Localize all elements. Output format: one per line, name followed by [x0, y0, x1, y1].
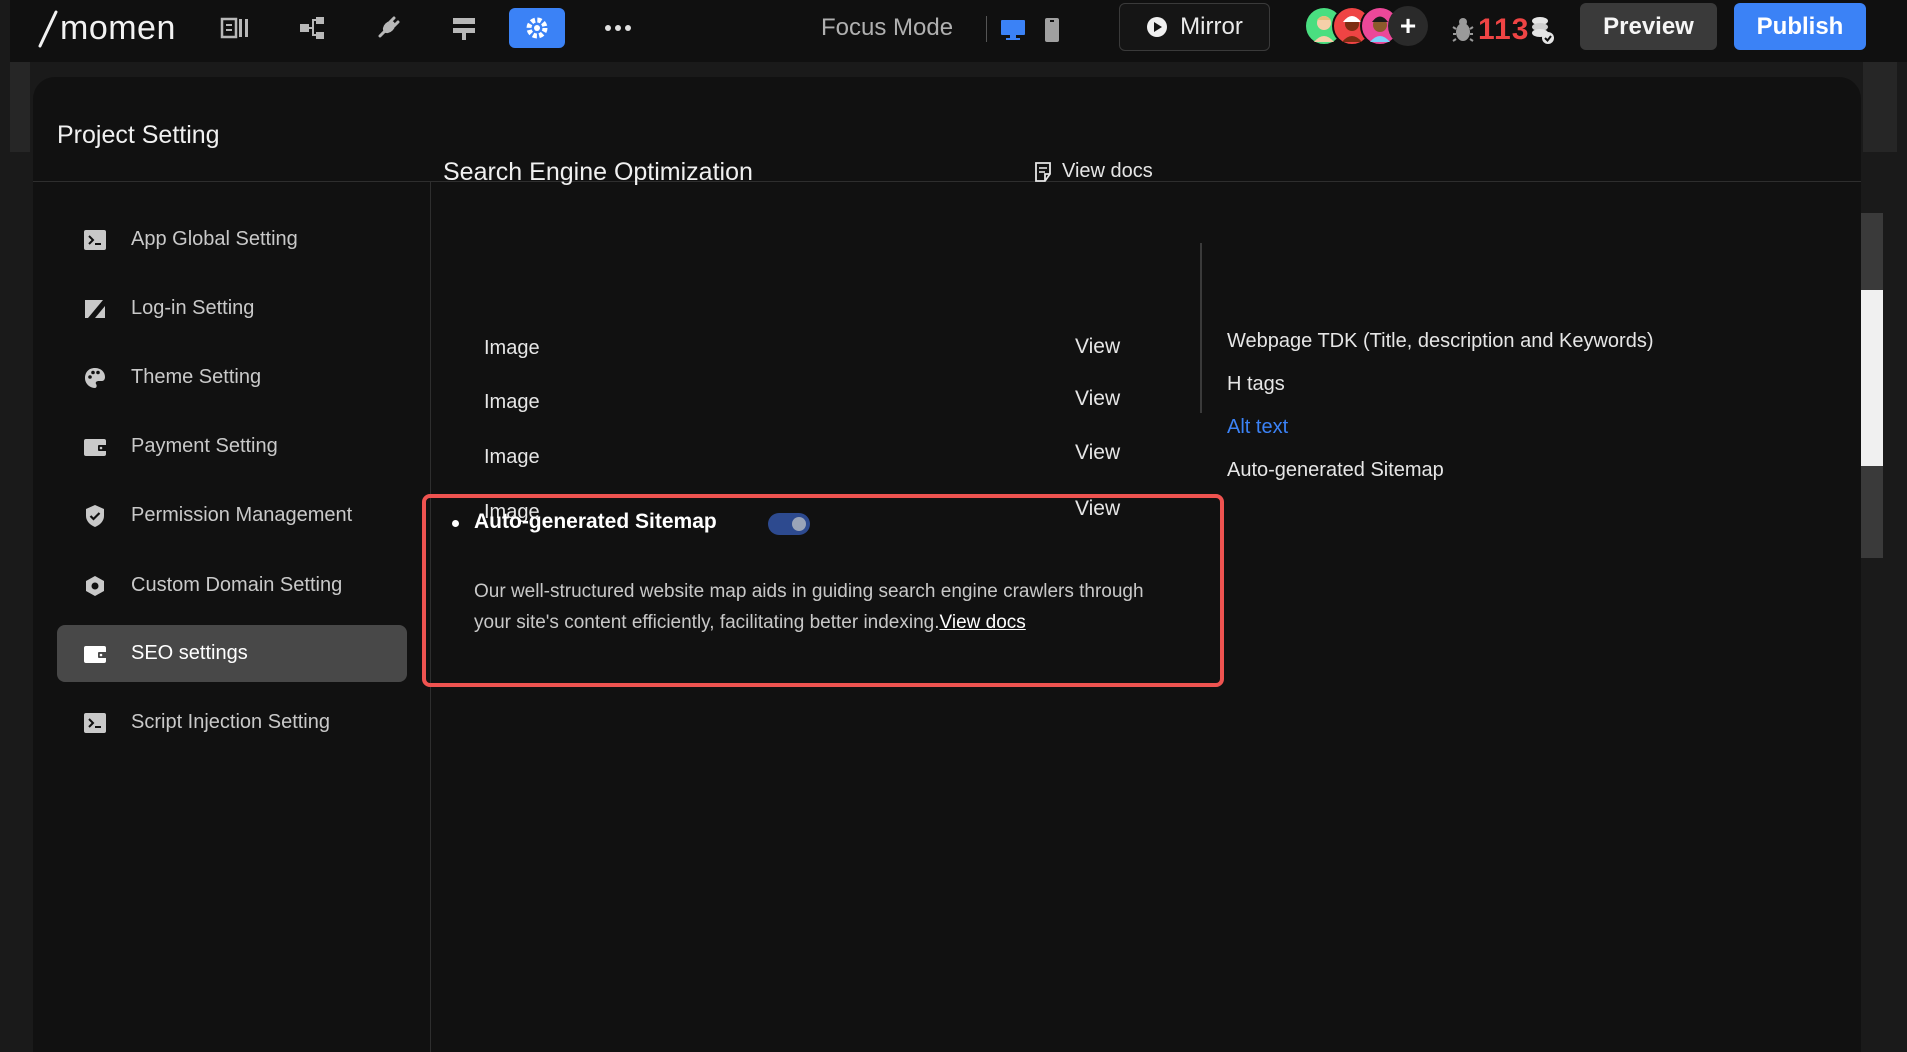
more-icon[interactable] [590, 8, 646, 48]
sidebar-item-label: Payment Setting [131, 435, 278, 457]
logo-text: momen [60, 8, 176, 47]
plugin-icon[interactable] [360, 8, 416, 48]
seo-icon [83, 642, 107, 666]
desktop-icon[interactable] [997, 14, 1029, 46]
bullet-point [452, 520, 459, 527]
sitemap-description-text: Our well-structured website map aids in … [474, 581, 1144, 633]
sidebar-item-seo-settings[interactable]: SEO settings [57, 625, 407, 682]
collaborator-avatars: + [1304, 6, 1428, 48]
wallet-icon [83, 435, 107, 459]
play-circle-icon [1146, 16, 1168, 38]
sidebar-item-label: SEO settings [131, 642, 248, 664]
view-docs-link[interactable]: View docs [1034, 160, 1153, 183]
preview-button[interactable]: Preview [1580, 3, 1717, 50]
sidebar-item-theme-setting[interactable]: Theme Setting [57, 349, 407, 406]
sidebar-item-app-global-setting[interactable]: App Global Setting [57, 211, 407, 268]
image-label: Image [484, 446, 540, 468]
canvas-scrollbar-thumb[interactable] [1861, 290, 1883, 466]
toc-item-webpage-tdk[interactable]: Webpage TDK (Title, description and Keyw… [1227, 330, 1654, 353]
sitemap-description: Our well-structured website map aids in … [474, 576, 1174, 638]
sidebar-item-label: Theme Setting [131, 366, 262, 388]
sitemap-heading: Auto-generated Sitemap [474, 510, 717, 533]
view-image-link[interactable]: View [1075, 387, 1120, 411]
toggle-knob [792, 517, 806, 531]
toc-item-h-tags[interactable]: H tags [1227, 373, 1285, 396]
sidebar-item-label: Custom Domain Setting [131, 574, 343, 596]
sidebar-item-label: Permission Management [131, 504, 353, 526]
mirror-button[interactable]: Mirror [1119, 3, 1270, 51]
sitemap-section: Auto-generated Sitemap Our well-structur… [422, 494, 1224, 687]
actionflow-icon[interactable] [436, 8, 492, 48]
sidebar-item-custom-domain-setting[interactable]: Custom Domain Setting [57, 557, 407, 614]
view-image-link[interactable]: View [1075, 335, 1120, 359]
domain-icon [83, 574, 107, 598]
sitemap-view-docs-link[interactable]: View docs [940, 612, 1026, 633]
sidebar-item-label: App Global Setting [131, 228, 298, 250]
sidebar-item-permission-management[interactable]: Permission Management [57, 487, 407, 544]
add-collaborator-button[interactable]: + [1388, 6, 1428, 46]
sidebar-item-login-setting[interactable]: Log-in Setting [57, 280, 407, 337]
canvas-background [1863, 62, 1897, 152]
logo-mark-icon [38, 10, 58, 48]
sidebar-item-label: Log-in Setting [131, 297, 255, 319]
mirror-label: Mirror [1180, 13, 1243, 40]
terminal-icon [83, 228, 107, 252]
sidebar-item-label: Script Injection Setting [131, 711, 330, 733]
coins-check-icon [1529, 15, 1555, 45]
bug-report[interactable]: 113 [1450, 8, 1555, 52]
toolbar-divider [986, 16, 987, 42]
palette-icon [83, 366, 107, 390]
focus-mode-label[interactable]: Focus Mode [821, 14, 953, 42]
sitemap-toggle[interactable] [768, 513, 810, 535]
bug-icon [1450, 15, 1476, 45]
bug-count: 113 [1478, 13, 1530, 46]
image-label: Image [484, 337, 540, 359]
data-model-icon[interactable] [284, 8, 340, 48]
canvas-background [10, 62, 30, 152]
publish-button[interactable]: Publish [1734, 3, 1866, 50]
image-row: Image View [484, 441, 1164, 476]
view-docs-label: View docs [1062, 160, 1153, 182]
image-row: Image View [484, 335, 1164, 367]
image-row: Image View [484, 387, 1164, 421]
gear-icon[interactable] [509, 8, 565, 48]
toc-item-sitemap[interactable]: Auto-generated Sitemap [1227, 459, 1444, 482]
momen-logo: momen [38, 6, 176, 50]
shield-icon [83, 504, 107, 528]
section-title: Search Engine Optimization [443, 158, 753, 186]
pages-icon[interactable] [207, 8, 263, 48]
document-icon [1034, 161, 1054, 183]
image-label: Image [484, 391, 540, 413]
login-icon [83, 297, 107, 321]
modal-title: Project Setting [57, 121, 220, 149]
sidebar-item-script-injection-setting[interactable]: Script Injection Setting [57, 694, 407, 751]
top-toolbar: momen Focus Mode Mirror + 113 Preview Pu… [10, 0, 1907, 62]
terminal-icon [83, 711, 107, 735]
mobile-icon[interactable] [1036, 14, 1068, 46]
view-image-link[interactable]: View [1075, 441, 1120, 465]
modal-header-divider [33, 181, 1861, 182]
toc-divider [1200, 243, 1202, 413]
sidebar-item-payment-setting[interactable]: Payment Setting [57, 418, 407, 475]
toc-item-alt-text[interactable]: Alt text [1227, 416, 1288, 439]
